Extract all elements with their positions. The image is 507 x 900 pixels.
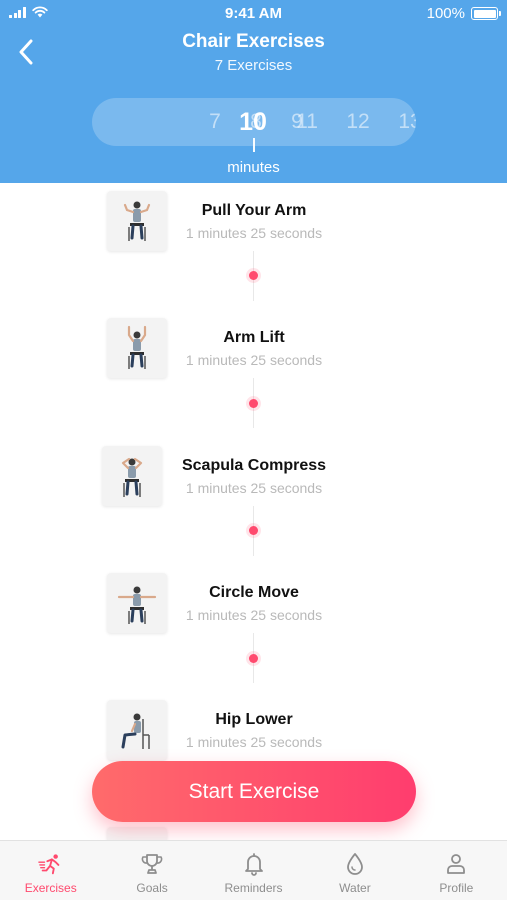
exercise-item[interactable]: Circle Move 1 minutes 25 seconds xyxy=(0,573,507,637)
exercise-thumbnail-partial xyxy=(107,827,167,840)
status-bar: 9:41 AM 100% xyxy=(0,0,507,28)
header: 9:41 AM 100% Chair Exercises 7 Exercises… xyxy=(0,0,507,183)
exercise-thumbnail xyxy=(102,446,162,506)
tab-reminders[interactable]: Reminders xyxy=(203,841,304,900)
tab-water[interactable]: Water xyxy=(304,841,405,900)
timeline-dot xyxy=(249,526,258,535)
minutes-label: minutes xyxy=(227,159,280,176)
timeline-dot xyxy=(249,654,258,663)
exercise-thumbnail xyxy=(107,573,167,633)
tab-label: Water xyxy=(339,881,371,895)
trophy-icon xyxy=(139,851,165,877)
page-subtitle: 7 Exercises xyxy=(214,57,293,74)
running-person-icon xyxy=(37,851,64,877)
tab-label: Exercises xyxy=(24,881,77,895)
exercise-duration: 1 minutes 25 seconds xyxy=(185,607,323,623)
exercise-item[interactable]: Hip Lower 1 minutes 25 seconds xyxy=(0,700,507,764)
exercise-name: Circle Move xyxy=(209,584,299,601)
tab-label: Profile xyxy=(439,881,474,895)
tab-bar: Exercises Goals Reminders Water Profile xyxy=(0,840,507,900)
exercise-name: Arm Lift xyxy=(223,329,285,346)
exercise-name: Pull Your Arm xyxy=(201,202,307,219)
duration-option[interactable]: 13 xyxy=(390,98,416,146)
duration-option[interactable]: 11 xyxy=(287,98,327,146)
exercise-duration: 1 minutes 25 seconds xyxy=(185,352,323,368)
exercise-thumbnail xyxy=(107,700,167,760)
bell-icon xyxy=(241,851,267,877)
picker-indicator xyxy=(253,138,255,152)
exercise-duration: 1 minutes 25 seconds xyxy=(185,225,323,241)
exercise-duration: 1 minutes 25 seconds xyxy=(185,734,323,750)
page-title: Chair Exercises xyxy=(182,31,325,52)
exercise-item[interactable]: Arm Lift 1 minutes 25 seconds xyxy=(0,318,507,382)
duration-option[interactable]: 12 xyxy=(338,98,378,146)
exercise-list[interactable]: Pull Your Arm 1 minutes 25 seconds Arm L… xyxy=(0,183,507,840)
tab-exercises[interactable]: Exercises xyxy=(0,841,101,900)
battery-icon xyxy=(471,7,501,20)
water-drop-icon xyxy=(342,851,368,877)
person-icon xyxy=(443,851,469,877)
tab-label: Reminders xyxy=(224,881,283,895)
exercise-duration: 1 minutes 25 seconds xyxy=(185,480,323,496)
tab-profile[interactable]: Profile xyxy=(406,841,507,900)
exercise-thumbnail xyxy=(107,191,167,251)
status-right: 100% xyxy=(426,5,501,22)
exercise-name: Hip Lower xyxy=(215,711,293,728)
exercise-thumbnail xyxy=(107,318,167,378)
tab-label: Goals xyxy=(136,881,168,895)
exercise-name: Scapula Compress xyxy=(181,457,327,474)
start-exercise-button[interactable]: Start Exercise xyxy=(92,761,416,822)
battery-percent: 100% xyxy=(426,5,465,22)
timeline-dot xyxy=(249,271,258,280)
exercise-figure-icon xyxy=(121,457,143,497)
exercise-item[interactable]: Pull Your Arm 1 minutes 25 seconds xyxy=(0,191,507,255)
duration-option[interactable]: 7 xyxy=(195,98,235,146)
exercise-item[interactable]: Scapula Compress 1 minutes 25 seconds xyxy=(0,446,507,510)
tab-goals[interactable]: Goals xyxy=(101,841,202,900)
timeline-dot xyxy=(249,399,258,408)
